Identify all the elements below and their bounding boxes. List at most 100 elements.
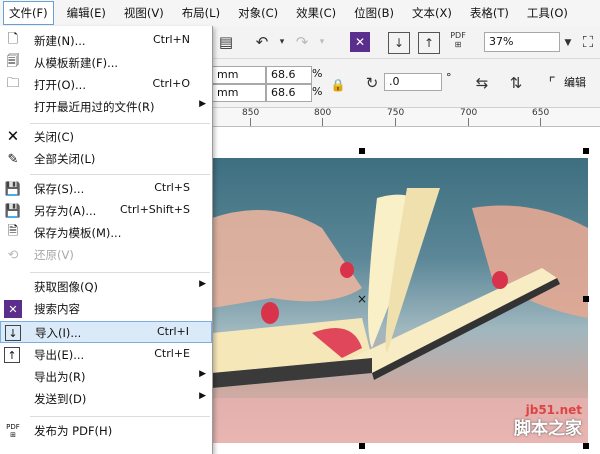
search-content-icon[interactable]: ✕ — [350, 32, 370, 52]
pdf-icon: PDF ⊞ — [6, 423, 20, 439]
lock-ratio-icon[interactable]: 🔒 — [328, 75, 348, 95]
height-value: 68.6 — [271, 86, 296, 99]
redo-icon[interactable]: ↷ — [292, 32, 312, 52]
ruler-major-tick — [395, 118, 396, 126]
imported-book-photo[interactable]: jb51.net 脚本之家 — [212, 158, 588, 443]
menu-table[interactable]: 表格(T) — [465, 2, 514, 24]
menu-text[interactable]: 文本(X) — [407, 2, 457, 24]
menu-item-label: 还原(V) — [34, 248, 74, 262]
ruler-tick-label: 800 — [314, 108, 332, 118]
mirror-vertical-icon[interactable]: ⇅ — [506, 73, 526, 93]
menu-item-shortcut: Ctrl+O — [152, 77, 190, 90]
ruler-tick-label: 700 — [460, 108, 478, 118]
menu-item-open[interactable]: 🗀 打开(O)... Ctrl+O — [0, 74, 212, 96]
ruler-major-tick — [250, 118, 251, 126]
menu-item-search-content[interactable]: ✕ 搜索内容 — [0, 298, 212, 320]
menu-item-acquire-image[interactable]: 获取图像(Q) ▶ — [0, 276, 212, 298]
x-unit-label: mm — [217, 68, 239, 81]
y-unit-label: mm — [217, 86, 239, 99]
height-field[interactable]: 68.6 — [266, 84, 312, 102]
property-bar: mm mm 68.6 68.6 % % 🔒 ↻ .0 ° ⇆ ⇅ ⌜ 编辑 — [212, 59, 600, 108]
import-icon[interactable]: ↓ — [388, 32, 410, 54]
revert-icon: ⟲ — [7, 247, 19, 263]
width-value: 68.6 — [271, 68, 296, 81]
center-marker-icon: × — [357, 292, 368, 306]
selection-handle-right[interactable] — [583, 296, 589, 302]
rotate-icon[interactable]: ↻ — [362, 73, 382, 93]
undo-icon[interactable]: ↶ — [252, 32, 272, 52]
y-position-field[interactable]: mm — [212, 84, 266, 102]
edit-bitmap-label[interactable]: 编辑 — [564, 74, 586, 90]
menu-object[interactable]: 对象(C) — [233, 2, 283, 24]
close-doc-icon: 🗙 — [8, 128, 18, 143]
selection-handle-bottom-right[interactable] — [583, 443, 589, 449]
zoom-dropdown-icon[interactable]: ▼ — [558, 33, 578, 53]
publish-pdf-icon[interactable]: PDF ⊞ — [448, 30, 468, 50]
undo-dropdown-icon[interactable]: ▾ — [272, 32, 292, 52]
export-icon[interactable]: ↑ — [418, 32, 440, 54]
width-field[interactable]: 68.6 — [266, 66, 312, 84]
watermark-name: 脚本之家 — [514, 419, 582, 439]
print-icon[interactable]: ▤ — [216, 32, 236, 52]
menu-item-label: 导入(I)... — [35, 326, 82, 340]
menu-item-new[interactable]: 🗋 新建(N)... Ctrl+N — [0, 30, 212, 52]
menu-item-close-all[interactable]: ✎ 全部关闭(L) — [0, 148, 212, 170]
menu-item-publish-pdf[interactable]: PDF ⊞ 发布为 PDF(H) — [0, 420, 212, 442]
menu-item-shortcut: Ctrl+I — [156, 325, 189, 338]
new-doc-icon: 🗋 — [7, 32, 19, 47]
pdf-label: PDF — [450, 31, 466, 40]
zoom-level-field[interactable]: 37% — [484, 32, 560, 52]
ruler-major-tick — [322, 118, 323, 126]
horizontal-ruler[interactable]: 850 800 750 700 650 — [212, 108, 600, 127]
pdf-icon-text: PDF — [6, 423, 20, 431]
submenu-arrow-icon: ▶ — [199, 99, 206, 109]
menu-item-label: 获取图像(Q) — [34, 280, 99, 294]
search-content-icon: ✕ — [4, 300, 22, 318]
menu-file[interactable]: 文件(F) — [3, 1, 54, 25]
menu-item-revert[interactable]: ⟲ 还原(V) — [0, 244, 212, 266]
submenu-arrow-icon: ▶ — [199, 391, 206, 401]
selection-handle-top-right[interactable] — [583, 148, 589, 154]
menu-bitmap[interactable]: 位图(B) — [349, 2, 399, 24]
import-icon: ↓ — [5, 325, 21, 341]
selection-handle-bottom[interactable] — [359, 443, 365, 449]
menu-item-label: 导出(E)... — [34, 348, 85, 362]
fullscreen-icon[interactable]: ⛶ — [578, 32, 598, 52]
menu-layout[interactable]: 布局(L) — [177, 2, 225, 24]
edit-bitmap-icon[interactable]: ⌜ — [542, 73, 562, 93]
ruler-tick-label: 750 — [387, 108, 405, 118]
menu-item-label: 从模板新建(F)... — [34, 56, 119, 70]
menu-view[interactable]: 视图(V) — [119, 2, 169, 24]
menu-separator — [30, 123, 210, 124]
template-icon: 🗐 — [6, 54, 20, 69]
submenu-arrow-icon: ▶ — [199, 279, 206, 289]
menu-item-new-from-template[interactable]: 🗐 从模板新建(F)... — [0, 52, 212, 74]
ruler-major-tick — [540, 118, 541, 126]
menu-item-save[interactable]: 💾 保存(S)... Ctrl+S — [0, 178, 212, 200]
selection-handle-top[interactable] — [359, 148, 365, 154]
redo-dropdown-icon[interactable]: ▾ — [312, 32, 332, 52]
menu-separator — [30, 174, 210, 175]
menu-item-send-to[interactable]: 发送到(D) ▶ — [0, 388, 212, 410]
menu-separator — [30, 272, 210, 273]
menu-item-export-as[interactable]: 导出为(R) ▶ — [0, 366, 212, 388]
menu-item-label: 另存为(A)... — [34, 204, 97, 218]
menu-effects[interactable]: 效果(C) — [291, 2, 341, 24]
save-icon: 💾 — [4, 181, 22, 197]
rotation-value: .0 — [389, 75, 400, 88]
menu-edit[interactable]: 编辑(E) — [62, 2, 111, 24]
menu-item-save-as[interactable]: 💾 另存为(A)... Ctrl+Shift+S — [0, 200, 212, 222]
menu-item-open-recent[interactable]: 打开最近用过的文件(R) ▶ — [0, 96, 212, 118]
menu-item-export[interactable]: ↑ 导出(E)... Ctrl+E — [0, 344, 212, 366]
menu-item-label: 搜索内容 — [34, 302, 80, 316]
menu-tools[interactable]: 工具(O) — [522, 2, 573, 24]
rotation-angle-field[interactable]: .0 — [384, 73, 442, 91]
menu-item-close[interactable]: 🗙 关闭(C) — [0, 126, 212, 148]
menu-item-label: 发布为 PDF(H) — [34, 424, 113, 438]
book-photo-illustration — [212, 188, 588, 443]
menu-item-import[interactable]: ↓ 导入(I)... Ctrl+I — [0, 321, 212, 343]
menu-item-label: 打开(O)... — [34, 78, 86, 92]
mirror-horizontal-icon[interactable]: ⇆ — [472, 73, 492, 93]
menu-item-save-as-template[interactable]: 🗎 保存为模板(M)... — [0, 222, 212, 244]
x-position-field[interactable]: mm — [212, 66, 266, 84]
